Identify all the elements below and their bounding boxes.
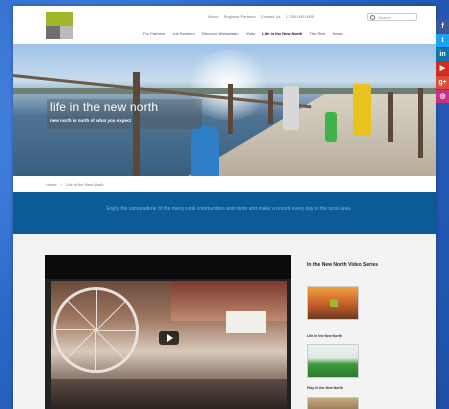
intro-text: Enjoy the camaraderie of the many rural … bbox=[106, 206, 352, 212]
video-thumbnail[interactable] bbox=[51, 281, 287, 409]
wheel-spoke bbox=[53, 329, 96, 330]
breadcrumb-separator: › bbox=[60, 182, 63, 187]
search-icon bbox=[370, 15, 375, 20]
google-plus-icon[interactable]: g+ bbox=[436, 76, 449, 89]
search-placeholder: Search bbox=[378, 15, 391, 20]
hero-subtitle: new north is north of what you expect bbox=[50, 118, 132, 123]
site-logo[interactable] bbox=[46, 12, 73, 39]
video-title-bar bbox=[45, 255, 291, 279]
linkedin-icon[interactable]: in bbox=[436, 48, 449, 61]
wheel-spoke bbox=[95, 330, 127, 362]
sidebar-video-thumb-1[interactable] bbox=[307, 286, 359, 320]
utility-link-about[interactable]: About bbox=[208, 14, 218, 19]
sidebar-video-label-1[interactable]: Life in the New North bbox=[307, 334, 342, 338]
breadcrumb-home[interactable]: Home bbox=[46, 182, 57, 187]
instagram-icon[interactable]: ◎ bbox=[436, 90, 449, 103]
browser-page: About Regional Partners Contact Us 1-780… bbox=[13, 6, 436, 409]
search-input[interactable]: Search bbox=[367, 13, 417, 21]
wheel-spoke bbox=[96, 299, 128, 331]
logo-dark-block bbox=[46, 26, 60, 39]
utility-phone[interactable]: 1-780-000-0000 bbox=[286, 14, 314, 19]
video-banner-sign bbox=[226, 311, 266, 333]
hero-post bbox=[268, 90, 273, 124]
hero-post bbox=[228, 84, 233, 134]
hero-shoreline bbox=[13, 88, 436, 94]
hero-post bbox=[418, 88, 423, 158]
utility-links: About Regional Partners Contact Us 1-780… bbox=[208, 14, 318, 19]
wheel-spoke bbox=[65, 298, 97, 330]
breadcrumb-current: Life in the New North bbox=[66, 182, 104, 187]
video-sidebar: In the New North Video Series bbox=[307, 262, 427, 268]
video-crowd bbox=[51, 379, 287, 409]
utility-link-contact[interactable]: Contact Us bbox=[261, 14, 281, 19]
play-icon[interactable] bbox=[159, 331, 179, 345]
utility-link-partners[interactable]: Regional Partners bbox=[224, 14, 256, 19]
hero-child-green bbox=[325, 112, 337, 142]
nav-item-visits[interactable]: Visits bbox=[246, 31, 255, 36]
video-ferris-wheel bbox=[53, 287, 139, 373]
hero-banner: life in the new north new north is north… bbox=[13, 44, 436, 176]
hero-post bbox=[388, 92, 393, 142]
nav-item-rink[interactable]: The Rink bbox=[309, 31, 325, 36]
nav-item-news[interactable]: News bbox=[332, 31, 342, 36]
wheel-spoke bbox=[64, 329, 96, 361]
thumb-logo-mark bbox=[330, 299, 338, 307]
video-player[interactable] bbox=[45, 255, 291, 409]
wheel-spoke bbox=[96, 330, 139, 331]
youtube-icon[interactable]: ▶ bbox=[436, 62, 449, 75]
nav-item-job-seekers[interactable]: Job Seekers bbox=[172, 31, 194, 36]
nav-item-discover[interactable]: Discover Wetaskiwin bbox=[202, 31, 239, 36]
hero-person-walking bbox=[283, 86, 299, 130]
wheel-spoke bbox=[95, 330, 96, 373]
breadcrumb: Home › Life in the New North bbox=[46, 182, 107, 187]
intro-band: Enjoy the camaraderie of the many rural … bbox=[13, 192, 436, 234]
main-content: In the New North Video Series Life in th… bbox=[13, 234, 436, 409]
hero-title: life in the new north bbox=[50, 100, 159, 114]
main-nav: For Partners Job Seekers Discover Wetask… bbox=[143, 31, 348, 36]
sidebar-title: In the New North Video Series bbox=[307, 262, 379, 268]
sidebar-video-label-2[interactable]: Play in the New North bbox=[307, 386, 343, 390]
site-header: About Regional Partners Contact Us 1-780… bbox=[13, 6, 436, 44]
sidebar-video-thumb-2[interactable] bbox=[307, 344, 359, 378]
hero-child-foreground bbox=[191, 126, 219, 176]
facebook-icon[interactable]: f bbox=[436, 20, 449, 33]
logo-grey-block bbox=[60, 26, 73, 39]
nav-item-partners[interactable]: For Partners bbox=[143, 31, 165, 36]
social-share-bar: f t in ▶ g+ ◎ bbox=[436, 20, 449, 104]
twitter-icon[interactable]: t bbox=[436, 34, 449, 47]
wheel-spoke bbox=[96, 287, 97, 330]
nav-item-life-new-north[interactable]: Life in the New North bbox=[262, 31, 302, 36]
hero-person-yellow bbox=[353, 84, 371, 136]
sidebar-video-thumb-3[interactable] bbox=[307, 397, 359, 409]
logo-green-block bbox=[46, 12, 73, 26]
